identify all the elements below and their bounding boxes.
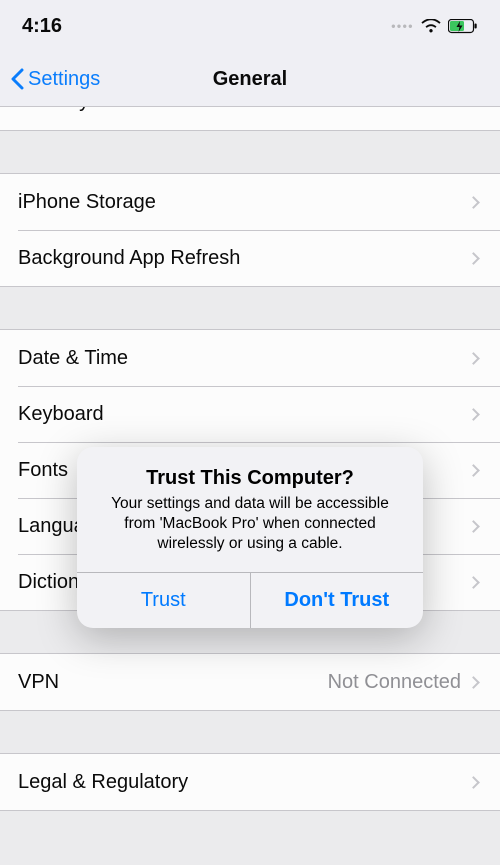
row-date-time[interactable]: Date & Time: [0, 330, 500, 386]
row-vpn[interactable]: VPN Not Connected: [0, 654, 500, 710]
chevron-right-icon: [467, 352, 480, 365]
chevron-right-icon: [467, 576, 480, 589]
chevron-right-icon: [467, 676, 480, 689]
wifi-icon: [421, 19, 441, 34]
row-value: Not Connected: [328, 671, 461, 694]
chevron-right-icon: [467, 252, 480, 265]
row-label: Keyboard: [18, 403, 469, 426]
row-label: VPN: [18, 671, 328, 694]
row-label: CarPlay: [18, 107, 469, 112]
carrier-dots-icon: ••••: [391, 19, 414, 33]
status-right: ••••: [391, 19, 478, 34]
status-time: 4:16: [22, 15, 62, 38]
row-legal-regulatory[interactable]: Legal & Regulatory: [0, 754, 500, 810]
chevron-right-icon: [467, 196, 480, 209]
chevron-right-icon: [467, 408, 480, 421]
alert-message: Your settings and data will be accessibl…: [95, 494, 405, 554]
row-label: Date & Time: [18, 347, 469, 370]
trust-computer-alert: Trust This Computer? Your settings and d…: [77, 447, 423, 628]
row-label: Background App Refresh: [18, 247, 469, 270]
nav-bar: Settings General: [0, 52, 500, 107]
chevron-right-icon: [467, 520, 480, 533]
chevron-left-icon: [10, 68, 24, 90]
alert-title: Trust This Computer?: [95, 467, 405, 490]
status-bar: 4:16 ••••: [0, 0, 500, 52]
trust-button[interactable]: Trust: [77, 573, 250, 628]
row-iphone-storage[interactable]: iPhone Storage: [0, 174, 500, 230]
back-button[interactable]: Settings: [0, 68, 100, 91]
row-label: iPhone Storage: [18, 191, 469, 214]
row-label: Legal & Regulatory: [18, 771, 469, 794]
row-carplay[interactable]: CarPlay: [0, 107, 500, 130]
battery-charging-icon: [448, 19, 478, 34]
back-label: Settings: [28, 68, 100, 91]
chevron-right-icon: [467, 464, 480, 477]
row-keyboard[interactable]: Keyboard: [0, 386, 500, 442]
chevron-right-icon: [467, 776, 480, 789]
dont-trust-button[interactable]: Don't Trust: [250, 573, 424, 628]
row-background-app-refresh[interactable]: Background App Refresh: [0, 230, 500, 286]
